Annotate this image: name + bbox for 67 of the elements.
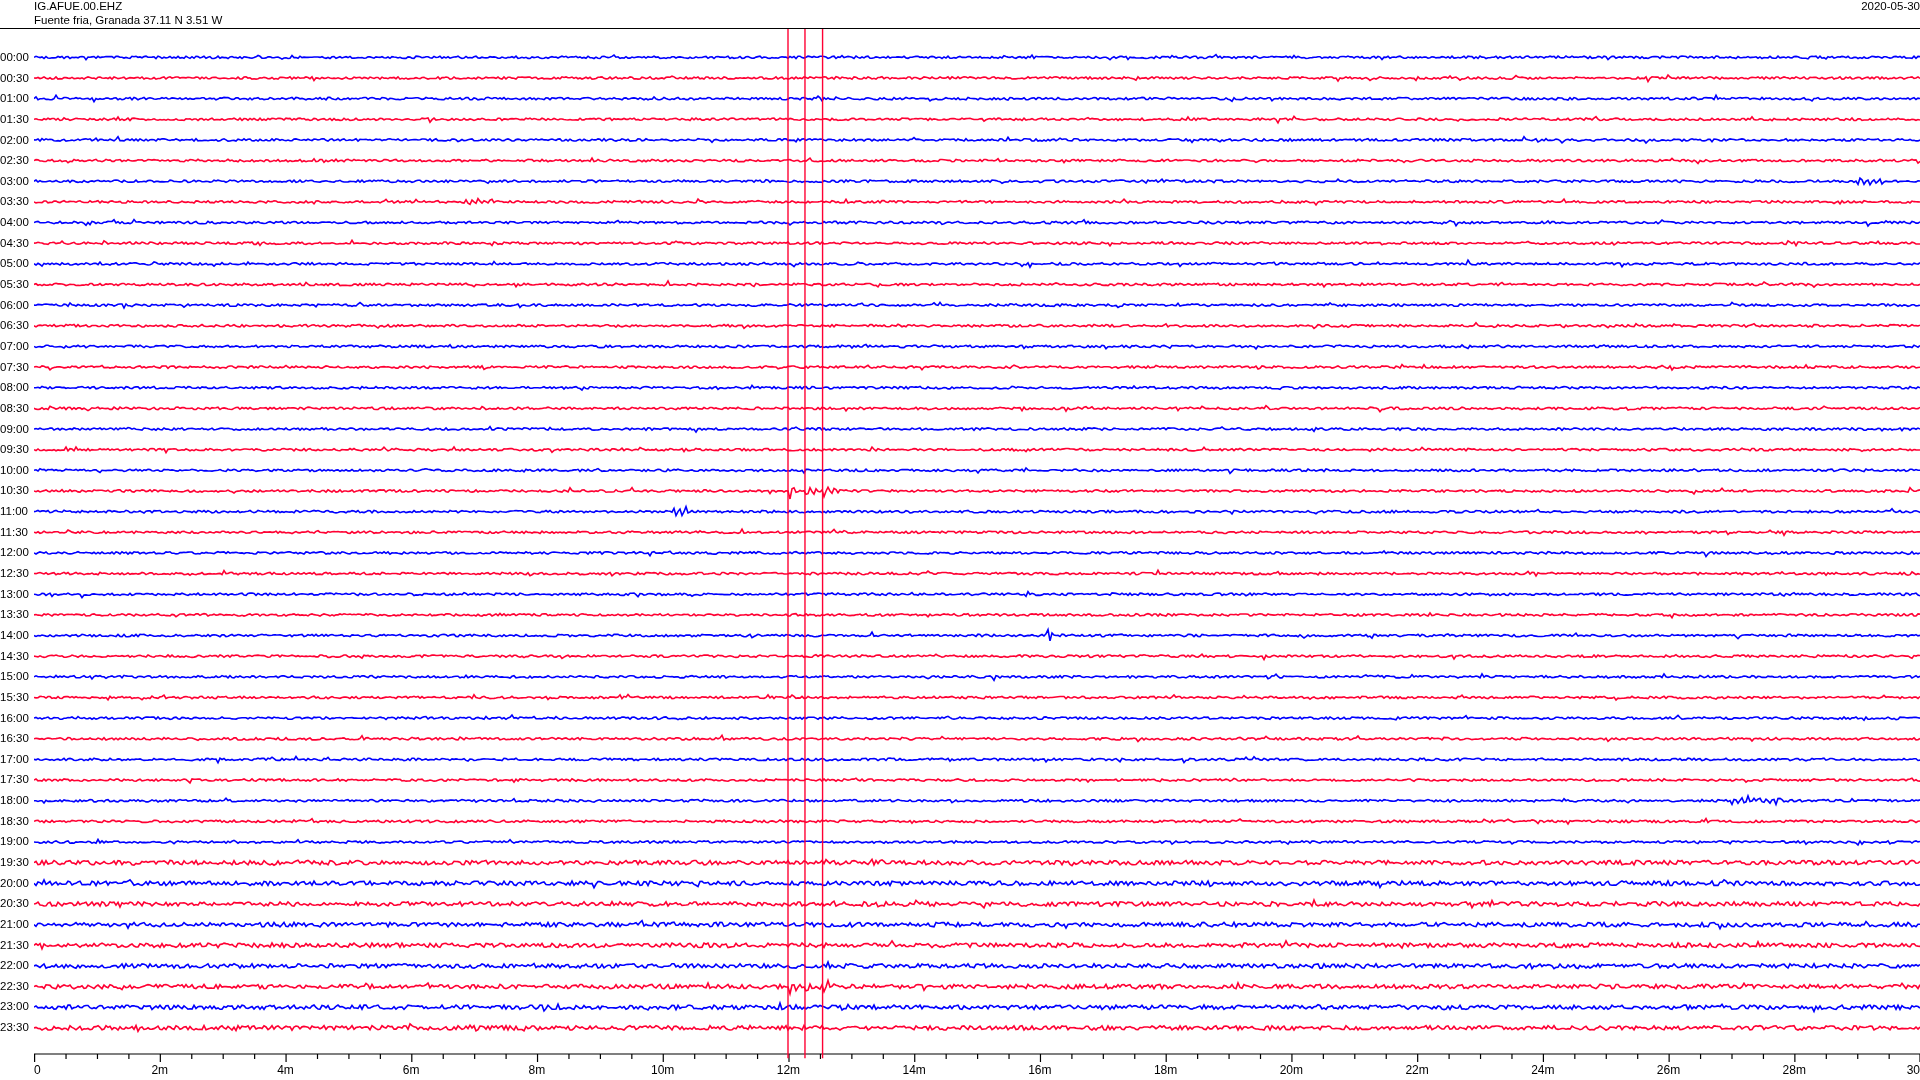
axis-tick-label: 26m bbox=[1656, 1063, 1681, 1078]
time-label: 05:00 bbox=[0, 256, 30, 272]
time-label: 00:30 bbox=[0, 70, 30, 86]
time-label: 17:00 bbox=[0, 751, 30, 767]
axis-tick-label: 24m bbox=[1531, 1063, 1555, 1078]
time-label: 19:30 bbox=[0, 855, 30, 870]
time-label: 12:30 bbox=[0, 566, 30, 581]
axis-tick-label: 22m bbox=[1405, 1063, 1429, 1078]
time-label: 16:00 bbox=[0, 710, 30, 726]
time-label: 11:00 bbox=[0, 504, 29, 520]
time-label: 18:00 bbox=[0, 793, 30, 809]
axis-tick-label: 14m bbox=[902, 1063, 926, 1078]
time-label: 03:30 bbox=[0, 194, 30, 210]
time-label: 04:00 bbox=[0, 215, 30, 231]
time-label: 08:00 bbox=[0, 380, 30, 396]
axis-tick-label: 12m bbox=[776, 1063, 801, 1078]
time-label: 04:30 bbox=[0, 235, 30, 251]
time-label: 21:00 bbox=[0, 916, 30, 932]
record-date: 2020-05-30 bbox=[1861, 0, 1920, 14]
axis-tick-label: 8m bbox=[528, 1063, 546, 1078]
axis-tick-label: 0 bbox=[34, 1063, 41, 1078]
time-label: 01:30 bbox=[0, 111, 30, 127]
axis-tick-label: 6m bbox=[402, 1063, 420, 1078]
time-label: 20:30 bbox=[0, 896, 30, 912]
time-label: 13:30 bbox=[0, 607, 30, 623]
time-label: 13:00 bbox=[0, 586, 30, 602]
time-label: 05:30 bbox=[0, 277, 30, 293]
axis-tick-label: 10m bbox=[651, 1063, 675, 1078]
time-label: 06:00 bbox=[0, 297, 30, 313]
axis-tick-label: 4m bbox=[277, 1063, 294, 1078]
time-label: 17:30 bbox=[0, 772, 30, 788]
axis-tick-label: 16m bbox=[1028, 1063, 1052, 1078]
time-label: 07:30 bbox=[0, 359, 30, 375]
axis-tick-label: 28m bbox=[1782, 1063, 1806, 1078]
time-label: 08:30 bbox=[0, 400, 30, 416]
time-label: 12:00 bbox=[0, 545, 30, 561]
axis-tick-label: 30 bbox=[1906, 1063, 1920, 1078]
time-label: 22:00 bbox=[0, 958, 30, 974]
time-label: 14:30 bbox=[0, 648, 30, 664]
time-label: 20:00 bbox=[0, 875, 30, 891]
time-label: 09:00 bbox=[0, 421, 30, 437]
time-label: 09:30 bbox=[0, 442, 30, 458]
station-location: Fuente fria, Granada 37.11 N 3.51 W bbox=[34, 13, 223, 27]
time-label: 10:00 bbox=[0, 462, 30, 478]
time-label: 16:30 bbox=[0, 731, 30, 747]
axis-tick-label: 18m bbox=[1153, 1063, 1178, 1078]
time-label: 18:30 bbox=[0, 813, 30, 829]
axis-tick-label: 2m bbox=[151, 1063, 169, 1078]
time-label: 06:30 bbox=[0, 318, 30, 334]
axis-tick-label: 20m bbox=[1279, 1063, 1303, 1078]
time-label: 15:30 bbox=[0, 689, 30, 705]
time-label: 15:00 bbox=[0, 669, 30, 685]
time-label: 02:30 bbox=[0, 153, 30, 169]
time-label: 23:00 bbox=[0, 999, 30, 1015]
time-label: 14:00 bbox=[0, 627, 30, 643]
time-label: 00:00 bbox=[0, 50, 30, 65]
time-label: 01:00 bbox=[0, 91, 30, 107]
time-label: 22:30 bbox=[0, 978, 30, 994]
time-label: 03:00 bbox=[0, 173, 30, 189]
time-label: 21:30 bbox=[0, 937, 30, 953]
time-label: 07:00 bbox=[0, 338, 30, 354]
station-code: IG.AFUE.00.EHZ bbox=[34, 0, 124, 13]
time-label: 19:00 bbox=[0, 834, 30, 850]
time-label: 11:30 bbox=[0, 524, 29, 540]
time-label: 10:30 bbox=[0, 483, 30, 499]
time-label: 02:00 bbox=[0, 132, 30, 148]
time-label: 23:30 bbox=[0, 1020, 30, 1036]
